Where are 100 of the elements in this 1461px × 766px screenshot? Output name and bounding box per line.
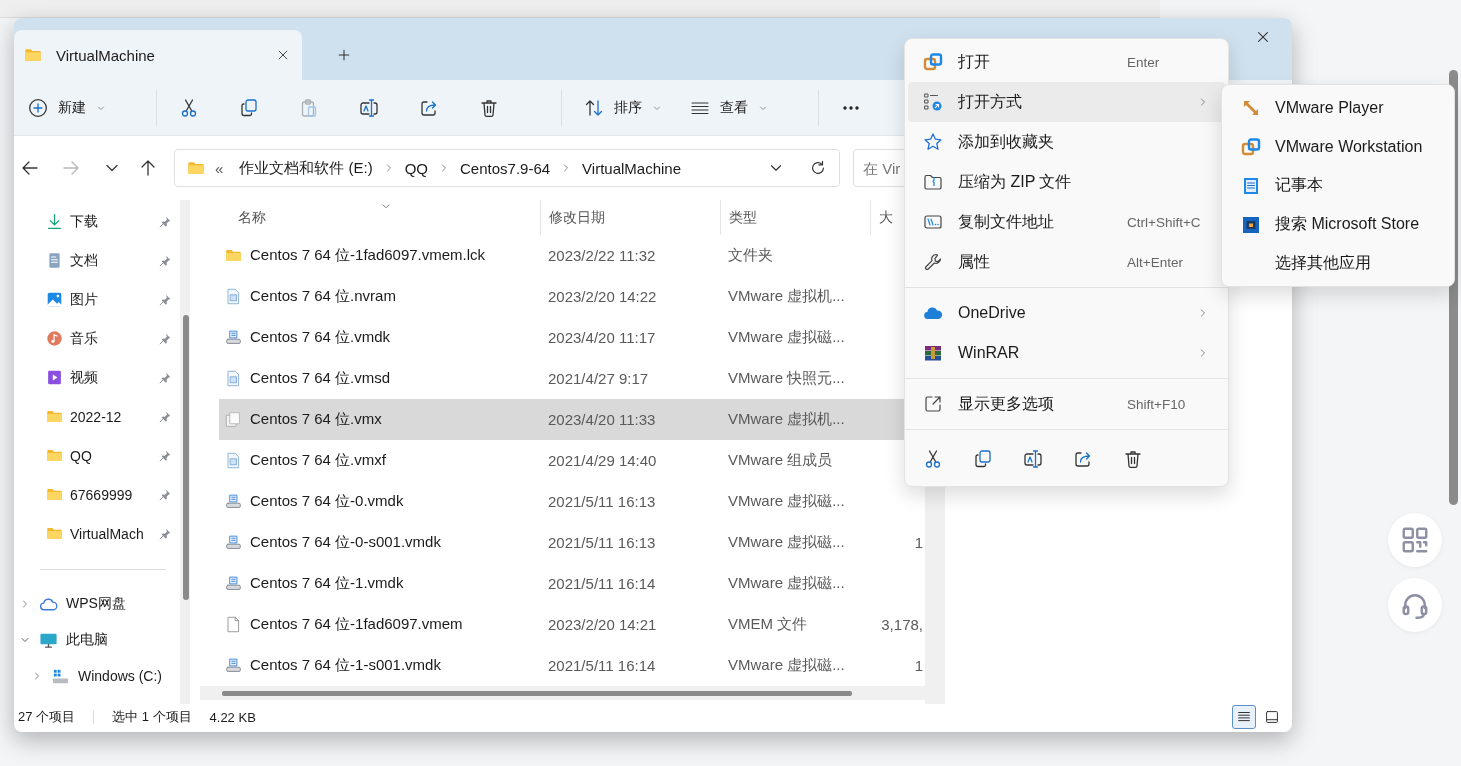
folder-icon — [46, 486, 63, 503]
scrollbar[interactable] — [180, 200, 190, 704]
address-bar[interactable]: « 作业文档和软件 (E:) QQ Centos7.9-64 VirtualMachine — [174, 149, 840, 187]
text-cursor-icon[interactable] — [1023, 449, 1043, 469]
table-cell: Centos 7 64 位-1.vmdk — [250, 574, 404, 593]
table-cell-text: 2023/2/20 14:22 — [547, 287, 658, 307]
folder-icon — [225, 247, 242, 264]
picture-icon — [46, 291, 63, 308]
file-row[interactable]: Centos 7 64 位-1fad6097.vmem 2023/2/20 14:21 VMEM 文件 3,178, — [219, 604, 925, 645]
sidebar-item[interactable]: 音乐 — [14, 319, 180, 358]
table-cell-text: VMware 虚拟机... — [727, 286, 846, 306]
menu-item[interactable]: 压缩为 ZIP 文件 — [908, 162, 1225, 202]
support-button[interactable] — [1388, 578, 1442, 632]
download-icon — [46, 213, 63, 230]
menu-item[interactable]: 选择其他应用 — [1226, 244, 1450, 283]
document-icon — [225, 452, 242, 469]
file-row[interactable]: Centos 7 64 位-0.vmdk 2021/5/11 16:13 VMware 虚拟磁... — [219, 481, 925, 522]
plus-icon[interactable] — [336, 47, 352, 63]
folder-icon — [46, 408, 63, 425]
sidebar-item[interactable]: 文档 — [14, 241, 180, 280]
table-cell-text: VMware 虚拟磁... — [727, 532, 846, 552]
close-icon[interactable] — [276, 48, 290, 62]
table-cell: Centos 7 64 位-1-s001.vmdk — [250, 656, 441, 675]
tree-item[interactable]: WPS网盘 — [14, 586, 180, 622]
breadcrumb[interactable]: 作业文档和软件 (E:) — [237, 158, 375, 178]
breadcrumb[interactable]: QQ — [402, 159, 431, 177]
menu-item[interactable]: 添加到收藏夹 — [908, 122, 1225, 162]
scrollbar[interactable] — [200, 686, 925, 700]
table-cell: Centos 7 64 位-0.vmdk — [250, 492, 404, 511]
keyboard-shortcut: Shift+F10 — [1127, 396, 1186, 412]
book-stack-icon — [923, 343, 943, 363]
add-icon — [28, 97, 48, 118]
qr-code-button[interactable] — [1388, 513, 1442, 567]
overlapping-squares-icon — [923, 52, 943, 72]
sidebar-item[interactable]: 下载 — [14, 202, 180, 241]
music-icon — [46, 330, 63, 347]
sidebar-item[interactable]: 2022-12 — [14, 397, 180, 436]
table-cell-text: 2021/5/11 16:14 — [547, 656, 657, 676]
scissors-icon[interactable] — [923, 449, 943, 469]
sidebar-item[interactable]: 视频 — [14, 358, 180, 397]
document-icon — [225, 288, 242, 305]
sort-button[interactable]: 排序 — [584, 97, 662, 118]
table-cell: Centos 7 64 位.vmsd — [250, 369, 391, 388]
column-header[interactable]: 名称 — [219, 200, 540, 235]
table-cell-text: VMware 虚拟磁... — [727, 327, 846, 347]
file-row[interactable]: Centos 7 64 位.vmxf 2021/4/29 14:40 VMware 组成员 — [219, 440, 925, 481]
overlapping-squares-icon — [1241, 136, 1261, 157]
tab[interactable]: VirtualMachine — [14, 30, 302, 80]
refresh-icon[interactable] — [809, 159, 827, 177]
menu-item[interactable]: 打开 Enter — [908, 42, 1225, 82]
tree-item[interactable]: Windows (C:) — [14, 658, 180, 694]
menu-item[interactable]: 打开方式 — [908, 82, 1225, 122]
disk-icon — [225, 329, 242, 346]
trash-icon[interactable] — [1123, 449, 1143, 469]
table-cell-text: 2023/4/20 11:17 — [547, 328, 657, 348]
menu-item[interactable]: 搜索 Microsoft Store — [1226, 205, 1450, 244]
menu-item[interactable]: VMware Player — [1226, 88, 1450, 127]
breadcrumb[interactable]: VirtualMachine — [580, 159, 684, 177]
share-icon[interactable] — [1073, 449, 1093, 469]
table-cell-text: 2023/2/22 11:32 — [547, 246, 657, 266]
sidebar-item[interactable]: QQ — [14, 436, 180, 475]
folder-icon — [46, 447, 63, 464]
star-icon — [923, 132, 943, 152]
details-view-button[interactable] — [1232, 705, 1256, 729]
table-cell-text: VMEM 文件 — [727, 614, 809, 634]
table-cell: Centos 7 64 位-1fad6097.vmem.lck — [250, 246, 486, 265]
table-cell: Centos 7 64 位-0-s001.vmdk — [250, 533, 441, 552]
file-row[interactable]: Centos 7 64 位-1.vmdk 2021/5/11 16:14 VMware 虚拟磁... — [219, 563, 925, 604]
table-cell-text: VMware 虚拟机... — [727, 409, 846, 429]
disk-icon — [225, 493, 242, 510]
sidebar-item[interactable]: 图片 — [14, 280, 180, 319]
file-row[interactable]: Centos 7 64 位-1-s001.vmdk 2021/5/11 16:14 VMware 虚拟磁... 1 — [219, 645, 925, 686]
text-cursor-icon[interactable] — [359, 97, 379, 118]
column-header[interactable]: 修改日期 — [540, 200, 720, 235]
breadcrumb[interactable]: Centos7.9-64 — [458, 159, 553, 177]
sidebar-item[interactable]: VirtualMach — [14, 514, 180, 553]
close-icon[interactable] — [1255, 29, 1271, 45]
menu-item[interactable]: VMware Workstation — [1226, 127, 1450, 166]
expand-icon — [923, 394, 943, 414]
scissors-icon[interactable] — [179, 97, 199, 118]
table-cell: Centos 7 64 位-1fad6097.vmem — [250, 615, 463, 634]
keyboard-shortcut: Enter — [1127, 54, 1160, 70]
table-cell-text: 2021/5/11 16:14 — [547, 574, 657, 594]
breadcrumb-overflow[interactable]: « — [213, 159, 226, 177]
document-icon — [46, 252, 63, 269]
menu-item[interactable]: 记事本 — [1226, 166, 1450, 205]
path-icon — [923, 212, 943, 232]
column-header[interactable]: 类型 — [720, 200, 870, 235]
file-row[interactable]: Centos 7 64 位-0-s001.vmdk 2021/5/11 16:13 VMware 虚拟磁... 1 — [219, 522, 925, 563]
view-button[interactable]: 查看 — [690, 97, 768, 118]
folder-icon — [187, 159, 205, 177]
trash-icon[interactable] — [479, 97, 499, 118]
tree-item[interactable]: 此电脑 — [14, 622, 180, 658]
item-count: 27 个项目 — [18, 708, 76, 726]
table-cell-text: 文件夹 — [727, 245, 774, 265]
copy-icon[interactable] — [973, 449, 993, 469]
file-icon — [225, 616, 242, 633]
sidebar-item[interactable]: 67669999 — [14, 475, 180, 514]
copy-icon[interactable] — [239, 97, 259, 118]
new-button[interactable]: 新建 — [28, 97, 106, 118]
